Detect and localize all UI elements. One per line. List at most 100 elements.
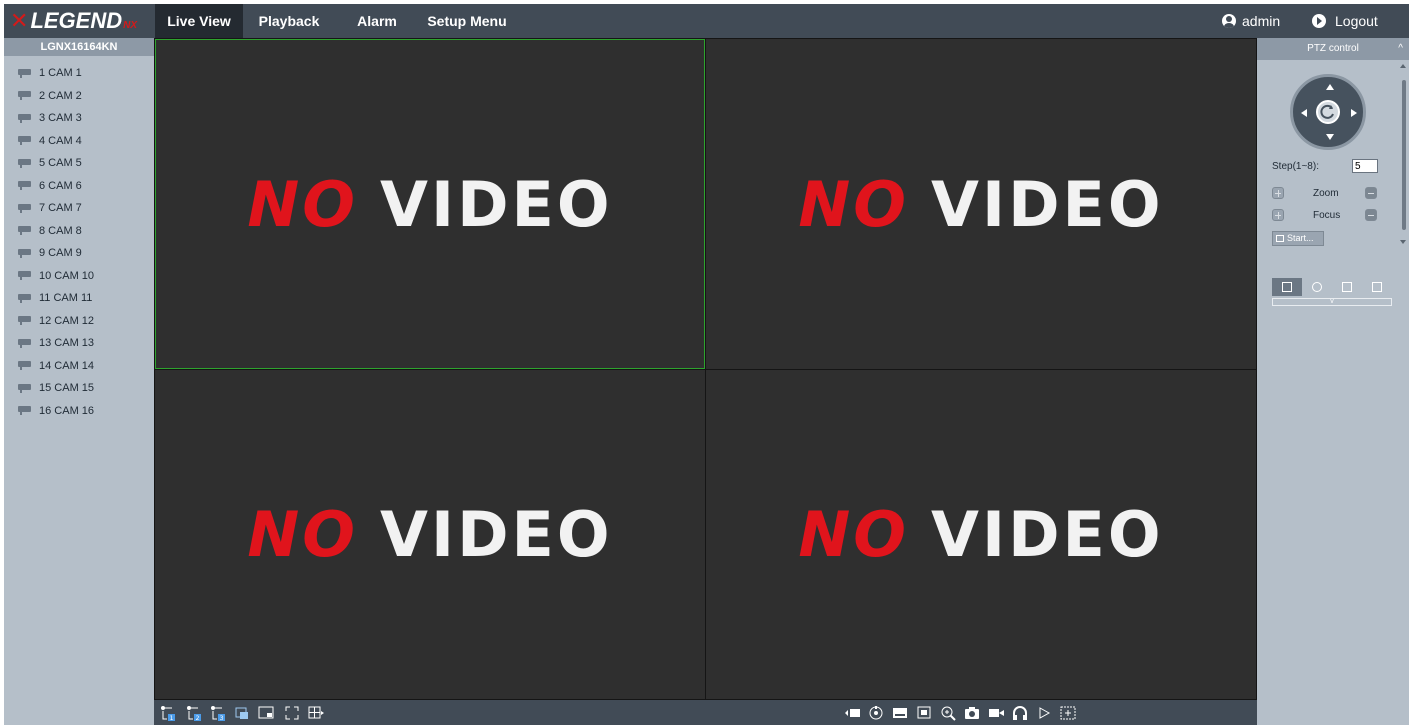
stream-1-icon[interactable]: 1 bbox=[160, 705, 176, 722]
camera-icon bbox=[18, 113, 32, 123]
no-video-placeholder: NO VIDEO bbox=[247, 168, 612, 241]
camera-icon[interactable] bbox=[964, 705, 980, 721]
collapse-icon[interactable]: ^ bbox=[1398, 38, 1403, 60]
camera-item-2[interactable]: 2 CAM 2 bbox=[4, 85, 154, 108]
expand-chevron-icon[interactable]: v bbox=[1272, 298, 1392, 306]
step-input[interactable] bbox=[1352, 159, 1378, 173]
snapshot-all-icon[interactable] bbox=[234, 705, 250, 721]
no-text: NO bbox=[247, 498, 359, 571]
video-text: VIDEO bbox=[931, 498, 1164, 571]
camera-icon bbox=[18, 361, 32, 371]
camera-label: 4 CAM 4 bbox=[39, 134, 82, 147]
prev-icon[interactable] bbox=[844, 705, 860, 721]
focus-out-button[interactable] bbox=[1365, 209, 1377, 221]
play-icon[interactable] bbox=[1036, 705, 1052, 721]
grid-layout-icon[interactable] bbox=[308, 705, 324, 721]
camera-label: 16 CAM 16 bbox=[39, 404, 95, 417]
video-text: VIDEO bbox=[380, 498, 613, 571]
screen-capture-icon[interactable] bbox=[916, 705, 932, 721]
scroll-down-arrow[interactable] bbox=[1400, 240, 1406, 244]
tab-playback[interactable]: Playback bbox=[249, 4, 329, 38]
video-cell-1[interactable]: NO VIDEO bbox=[155, 39, 705, 369]
camera-label: 8 CAM 8 bbox=[39, 224, 82, 237]
auto-rotate-icon[interactable] bbox=[1316, 100, 1340, 124]
camera-item-6[interactable]: 6 CAM 6 bbox=[4, 175, 154, 198]
camera-item-11[interactable]: 11 CAM 11 bbox=[4, 287, 154, 310]
tab-track[interactable] bbox=[1332, 278, 1362, 296]
camera-item-7[interactable]: 7 CAM 7 bbox=[4, 197, 154, 220]
ptz-header: PTZ control ^ bbox=[1257, 38, 1409, 60]
camera-icon bbox=[18, 316, 32, 326]
camera-icon bbox=[18, 293, 32, 303]
camera-icon bbox=[18, 181, 32, 191]
no-video-placeholder: NO VIDEO bbox=[798, 498, 1163, 571]
camera-item-5[interactable]: 5 CAM 5 bbox=[4, 152, 154, 175]
zoom-in-icon[interactable] bbox=[940, 705, 956, 721]
camera-label: 14 CAM 14 bbox=[39, 359, 95, 372]
zoom-out-button[interactable] bbox=[1365, 187, 1377, 199]
device-name[interactable]: LGNX16164KN bbox=[4, 38, 154, 56]
camera-item-14[interactable]: 14 CAM 14 bbox=[4, 355, 154, 378]
video-cell-4[interactable]: NO VIDEO bbox=[706, 370, 1256, 699]
start-label: Start... bbox=[1287, 233, 1314, 243]
start-icon bbox=[1276, 235, 1284, 242]
preset-icon bbox=[1282, 282, 1292, 292]
tab-setup-menu[interactable]: Setup Menu bbox=[421, 4, 513, 38]
camera-icon bbox=[18, 248, 32, 258]
fullscreen-icon[interactable] bbox=[284, 705, 300, 721]
camera-icon bbox=[18, 203, 32, 213]
logout-label: Logout bbox=[1335, 13, 1378, 29]
select-region-icon[interactable] bbox=[1060, 705, 1076, 721]
ptz-panel: PTZ control ^ Step(1~8): Zoom bbox=[1257, 38, 1409, 725]
camera-item-12[interactable]: 12 CAM 12 bbox=[4, 310, 154, 333]
camera-item-13[interactable]: 13 CAM 13 bbox=[4, 332, 154, 355]
video-cell-2[interactable]: NO VIDEO bbox=[706, 39, 1256, 369]
tab-cruise[interactable] bbox=[1302, 278, 1332, 296]
pan-left-arrow[interactable] bbox=[1301, 109, 1307, 117]
focus-in-button[interactable] bbox=[1272, 209, 1284, 221]
record-icon[interactable] bbox=[988, 705, 1004, 721]
zoom-label: Zoom bbox=[1313, 188, 1339, 199]
camera-item-10[interactable]: 10 CAM 10 bbox=[4, 265, 154, 288]
cruise-icon bbox=[1312, 282, 1322, 292]
start-button[interactable]: Start... bbox=[1272, 231, 1324, 246]
pattern-icon bbox=[1372, 282, 1382, 292]
zoom-in-button[interactable] bbox=[1272, 187, 1284, 199]
logo-text: LEGEND bbox=[30, 8, 123, 33]
logout-button[interactable]: Logout bbox=[1312, 4, 1378, 38]
ptz-direction-pad[interactable] bbox=[1290, 74, 1366, 150]
no-text: NO bbox=[798, 167, 910, 241]
camera-item-15[interactable]: 15 CAM 15 bbox=[4, 377, 154, 400]
tab-alarm[interactable]: Alarm bbox=[349, 4, 405, 38]
camera-item-16[interactable]: 16 CAM 16 bbox=[4, 400, 154, 423]
camera-icon bbox=[18, 383, 32, 393]
stream-2-icon[interactable]: 2 bbox=[186, 705, 202, 722]
tab-preset[interactable] bbox=[1272, 278, 1302, 296]
camera-icon bbox=[18, 406, 32, 416]
camera-item-1[interactable]: 1 CAM 1 bbox=[4, 62, 154, 85]
camera-label: 13 CAM 13 bbox=[39, 337, 95, 350]
stream-3-icon[interactable]: 3 bbox=[210, 705, 226, 722]
camera-item-8[interactable]: 8 CAM 8 bbox=[4, 220, 154, 243]
camera-item-9[interactable]: 9 CAM 9 bbox=[4, 242, 154, 265]
user-account[interactable]: admin bbox=[1222, 4, 1280, 38]
dial-icon[interactable] bbox=[868, 705, 884, 721]
video-text: VIDEO bbox=[380, 167, 613, 241]
display-icon[interactable] bbox=[892, 705, 908, 721]
top-navigation-bar: ✕ LEGEND NX Live View Playback Alarm Set… bbox=[4, 4, 1409, 38]
step-label: Step(1~8): bbox=[1272, 161, 1319, 172]
camera-item-3[interactable]: 3 CAM 3 bbox=[4, 107, 154, 130]
tab-live-view[interactable]: Live View bbox=[155, 4, 243, 38]
layout-single-icon[interactable] bbox=[258, 705, 274, 721]
camera-icon bbox=[18, 226, 32, 236]
video-cell-3[interactable]: NO VIDEO bbox=[155, 370, 705, 699]
pan-up-arrow[interactable] bbox=[1326, 84, 1334, 90]
pan-right-arrow[interactable] bbox=[1351, 109, 1357, 117]
device-sidebar: LGNX16164KN 1 CAM 1 2 CAM 2 3 CAM 3 4 CA… bbox=[4, 38, 154, 725]
no-text: NO bbox=[247, 167, 359, 241]
user-icon bbox=[1222, 14, 1236, 28]
tab-pattern[interactable] bbox=[1362, 278, 1392, 296]
camera-item-4[interactable]: 4 CAM 4 bbox=[4, 130, 154, 153]
pan-down-arrow[interactable] bbox=[1326, 134, 1334, 140]
audio-icon[interactable] bbox=[1012, 705, 1028, 721]
